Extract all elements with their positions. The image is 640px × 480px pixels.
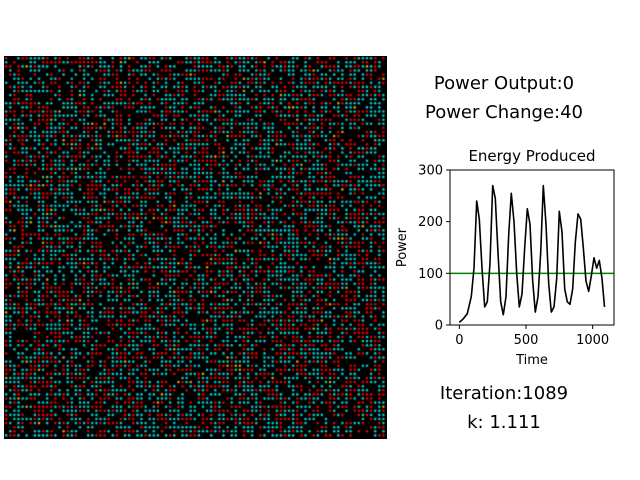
- k-value-label: k: 1.111: [467, 412, 541, 433]
- power-output-label: Power Output:0: [433, 73, 575, 94]
- x-tick-label-2: 1000: [576, 333, 609, 348]
- y-tick-label-2: 200: [418, 215, 443, 230]
- y-tick-label-3: 300: [418, 164, 443, 179]
- simulation-grid: [4, 56, 387, 439]
- energy-chart: Energy Produced 01002003000 500 1000 Time …: [395, 147, 615, 368]
- x-axis-label: Time: [515, 353, 548, 368]
- y-axis-label: Power: [395, 227, 410, 267]
- x-tick-label-1: 500: [514, 333, 539, 348]
- series-line-0: [458, 184, 606, 323]
- iteration-label: Iteration:1089: [439, 383, 569, 404]
- y-tick-label-1: 100: [418, 267, 443, 282]
- chart-title: Energy Produced: [468, 147, 595, 165]
- y-tick-label-0: 0: [435, 319, 443, 334]
- simulation-canvas: [4, 56, 387, 439]
- x-tick-label-0: 0: [455, 333, 463, 348]
- power-change-label: Power Change:40: [424, 102, 584, 123]
